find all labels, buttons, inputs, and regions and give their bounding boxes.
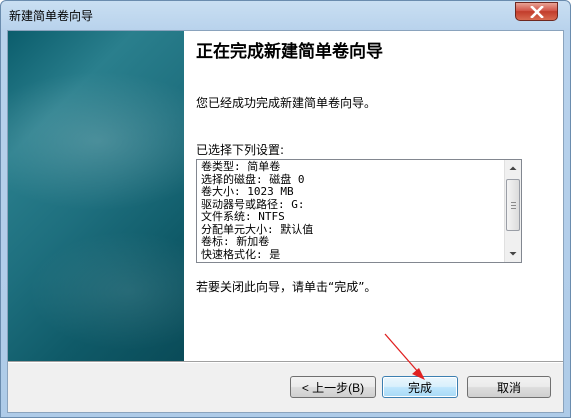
button-bar-divider <box>8 361 563 363</box>
wizard-content-panel: 正在完成新建简单卷向导 您已经成功完成新建简单卷向导。 已选择下列设置: 卷类型… <box>184 31 563 361</box>
settings-line: 卷大小: 1023 MB <box>201 185 294 198</box>
title-bar[interactable]: 新建简单卷向导 <box>1 1 570 31</box>
cancel-button[interactable]: 取消 <box>467 376 551 398</box>
settings-line: 卷标: 新加卷 <box>201 235 270 248</box>
wizard-banner-image <box>8 31 184 361</box>
close-button[interactable] <box>515 2 558 21</box>
close-icon <box>530 6 544 18</box>
intro-text: 您已经成功完成新建简单卷向导。 <box>196 96 377 110</box>
closing-instruction: 若要关闭此向导，请单击“完成”。 <box>196 280 377 294</box>
settings-scrollbar[interactable] <box>504 160 521 262</box>
wizard-window: 新建简单卷向导 正在完成新建简单卷向导 您已经成功完成新建简单卷向导。 已选择下… <box>0 0 571 418</box>
scroll-down-arrow-icon <box>509 252 517 256</box>
settings-summary-box[interactable]: 卷类型: 简单卷 选择的磁盘: 磁盘 0 卷大小: 1023 MB 驱动器号或路… <box>196 159 522 263</box>
scroll-up-arrow-icon <box>509 166 517 170</box>
finish-button[interactable]: 完成 <box>382 376 458 398</box>
settings-label: 已选择下列设置: <box>196 143 285 157</box>
settings-list: 卷类型: 简单卷 选择的磁盘: 磁盘 0 卷大小: 1023 MB 驱动器号或路… <box>201 160 501 261</box>
scroll-thumb[interactable] <box>506 179 520 231</box>
settings-line: 快速格式化: 是 <box>201 247 281 261</box>
settings-line: 卷类型: 简单卷 <box>201 160 281 173</box>
wizard-client-area: 正在完成新建简单卷向导 您已经成功完成新建简单卷向导。 已选择下列设置: 卷类型… <box>7 30 564 413</box>
settings-line: 文件系统: NTFS <box>201 210 285 223</box>
window-title: 新建简单卷向导 <box>9 9 94 23</box>
page-title: 正在完成新建简单卷向导 <box>196 42 383 62</box>
scroll-up-button[interactable] <box>505 160 521 177</box>
back-button[interactable]: < 上一步(B) <box>290 376 376 398</box>
scroll-down-button[interactable] <box>505 245 521 262</box>
